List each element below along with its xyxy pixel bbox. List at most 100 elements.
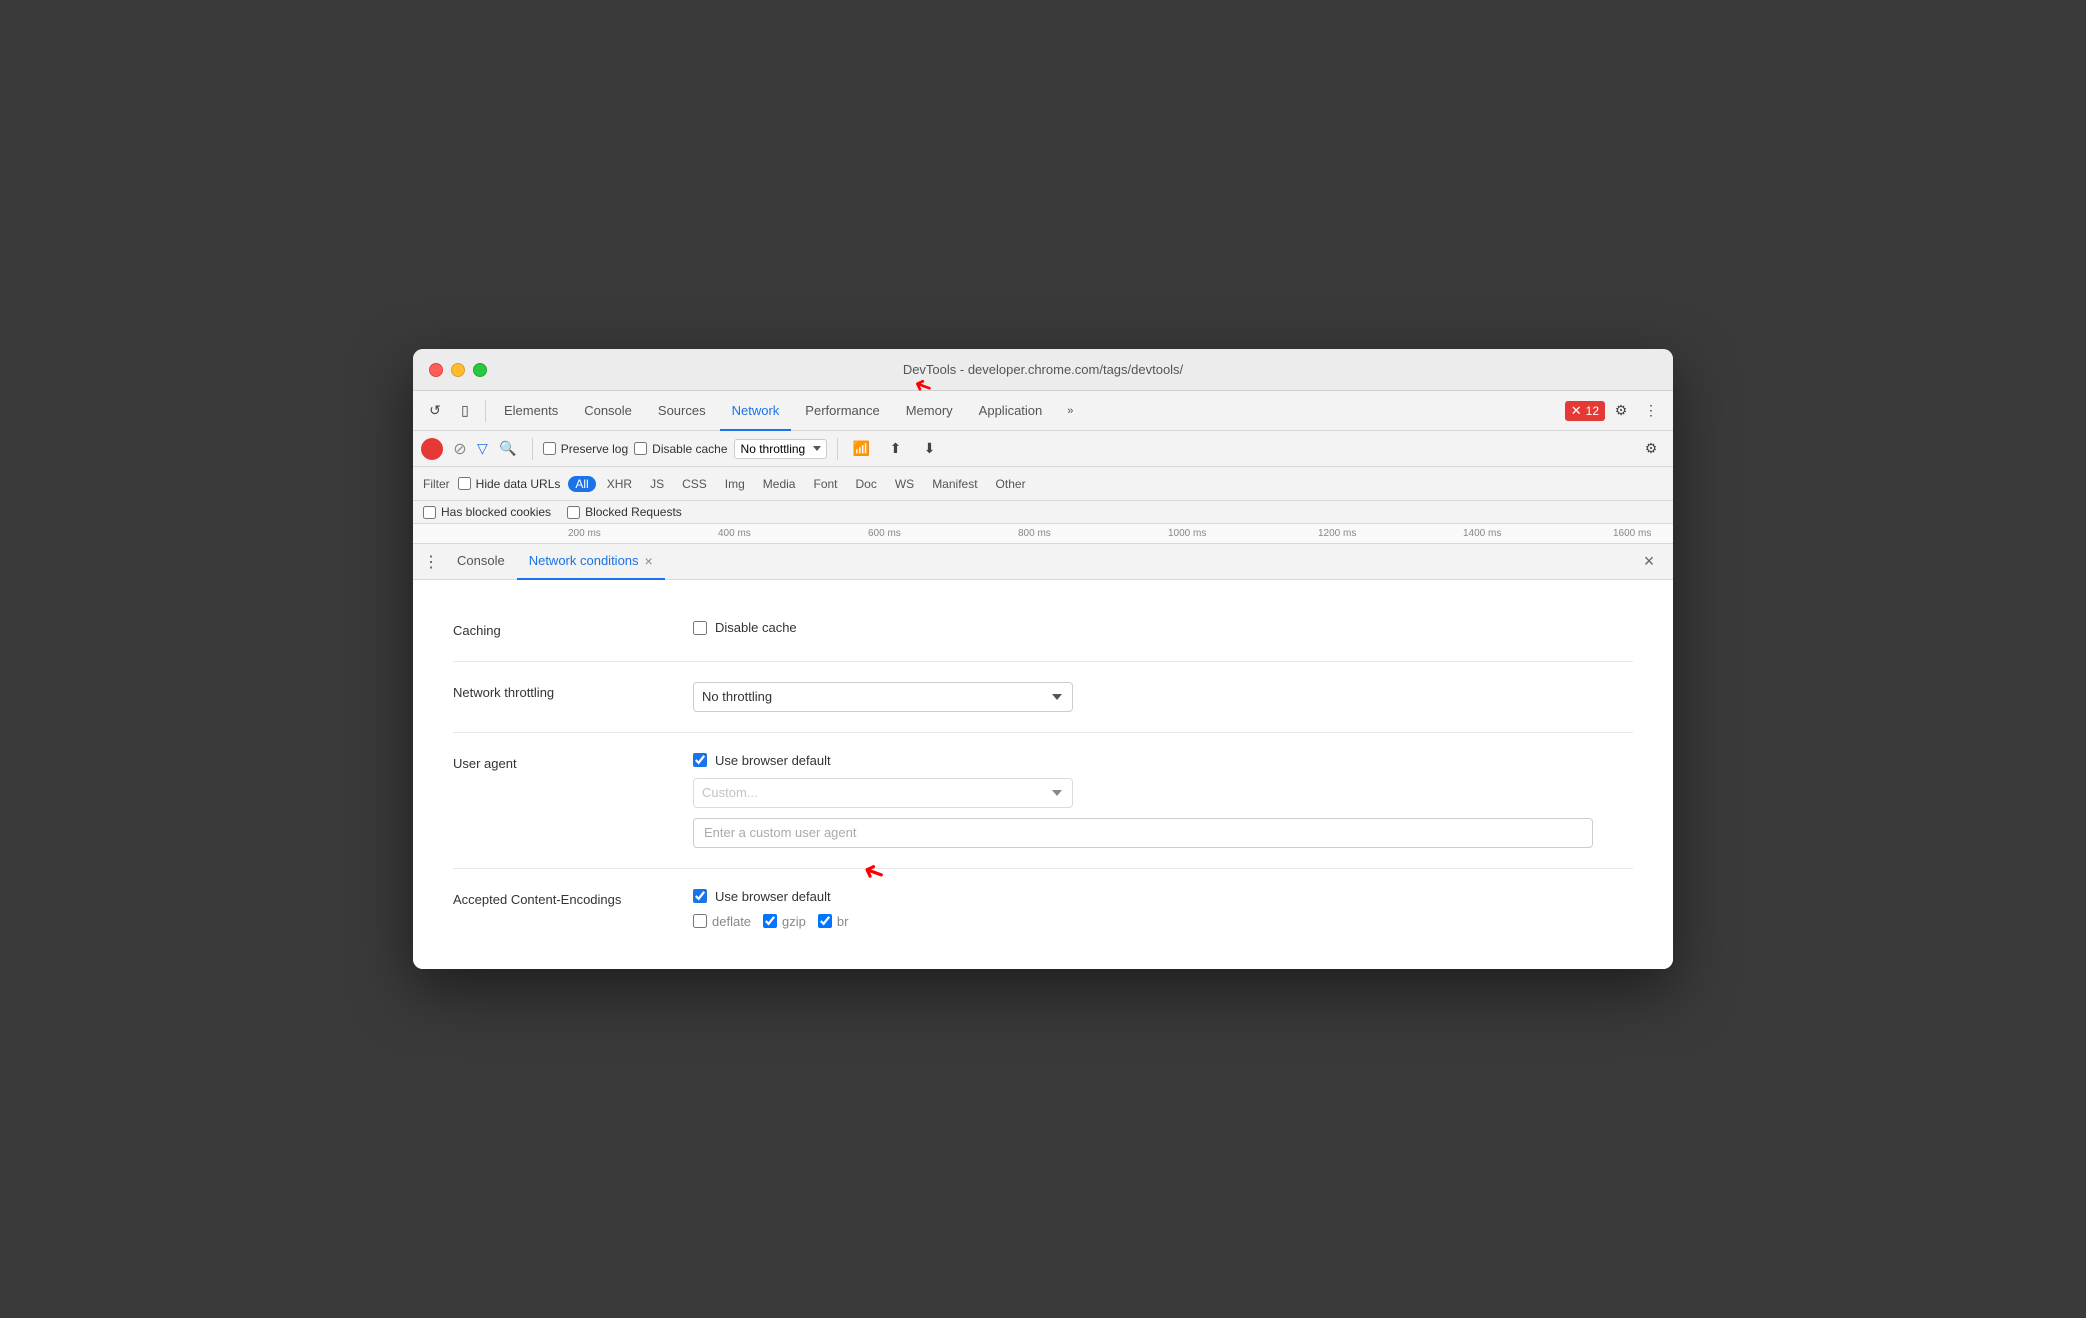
disable-cache-nc-checkbox[interactable] [693, 621, 707, 635]
filter-chip-js[interactable]: JS [643, 476, 671, 492]
custom-ua-input[interactable] [693, 818, 1593, 848]
more-actions-button[interactable]: ⋮ [1637, 397, 1665, 425]
tab-network[interactable]: Network [720, 391, 792, 431]
tab-memory[interactable]: Memory ➜ [894, 391, 965, 431]
block-requests-button[interactable]: ⊘ [449, 438, 471, 460]
import-har-button[interactable]: ⬆ [882, 435, 910, 463]
more-tabs-button[interactable]: » [1056, 397, 1084, 425]
deflate-checkbox[interactable] [693, 914, 707, 928]
upload-icon: ⬆ [890, 440, 902, 457]
filter-chip-other[interactable]: Other [989, 476, 1033, 492]
tab-close-button[interactable]: × [645, 553, 653, 569]
use-browser-default-enc-checkbox[interactable] [693, 889, 707, 903]
error-icon: ✕ [1571, 403, 1582, 419]
close-button[interactable] [429, 363, 443, 377]
encodings-section: Accepted Content-Encodings Use browser d… [453, 869, 1633, 949]
has-blocked-cookies-label[interactable]: Has blocked cookies [423, 505, 551, 519]
timeline-ruler: 200 ms 400 ms 600 ms 800 ms 1000 ms 1200… [413, 524, 1673, 544]
filter-icon[interactable]: ▽ [477, 440, 488, 457]
minimize-button[interactable] [451, 363, 465, 377]
tick-800ms: 800 ms [1018, 528, 1051, 539]
window-controls [429, 363, 487, 377]
br-item: br [818, 914, 849, 929]
filter-chip-xhr[interactable]: XHR [600, 476, 639, 492]
caching-label: Caching [453, 620, 653, 640]
encodings-controls: Use browser default ➜ deflate gzip [693, 889, 1633, 929]
use-browser-default-enc-row[interactable]: Use browser default ➜ [693, 889, 1633, 904]
filter-chip-font[interactable]: Font [806, 476, 844, 492]
main-toolbar: ↺ ▯ Elements Console Sources Network Per… [413, 391, 1673, 431]
user-agent-controls: Use browser default Custom... [693, 753, 1633, 848]
filter-chip-img[interactable]: Img [718, 476, 752, 492]
throttling-controls: No throttling Fast 3G Slow 3G Offline Ad… [693, 682, 1633, 712]
error-badge[interactable]: ✕ 12 [1565, 401, 1605, 421]
tick-1600ms: 1600 ms [1613, 528, 1651, 539]
throttling-select[interactable]: No throttling Fast 3G Slow 3G Offline [734, 439, 827, 459]
tick-200ms: 200 ms [568, 528, 601, 539]
blocked-requests-label[interactable]: Blocked Requests [567, 505, 682, 519]
blocked-row: Has blocked cookies Blocked Requests [413, 501, 1673, 524]
tab-performance[interactable]: Performance [793, 391, 891, 431]
filter-chip-ws[interactable]: WS [888, 476, 921, 492]
inspector-icon[interactable]: ↺ [421, 397, 449, 425]
has-blocked-cookies-checkbox[interactable] [423, 506, 436, 519]
use-browser-default-row[interactable]: Use browser default [693, 753, 1633, 768]
more-vert-icon: ⋮ [1644, 402, 1658, 419]
tick-1000ms: 1000 ms [1168, 528, 1206, 539]
disable-cache-row[interactable]: Disable cache [693, 620, 1633, 635]
search-icon: 🔍 [499, 440, 516, 457]
wifi-conditions-button[interactable]: 📶 [848, 435, 876, 463]
settings-button[interactable]: ⚙ [1607, 397, 1635, 425]
tick-400ms: 400 ms [718, 528, 751, 539]
separator [485, 400, 486, 422]
bottom-tabs-bar: ⋮ Console Network conditions × × [413, 544, 1673, 580]
filter-chip-manifest[interactable]: Manifest [925, 476, 984, 492]
tab-console-bottom[interactable]: Console [445, 544, 517, 580]
bottom-tab-more-button[interactable]: ⋮ [417, 548, 445, 576]
user-agent-section: User agent Use browser default Custom... [453, 733, 1633, 869]
disable-cache-checkbox[interactable] [634, 442, 647, 455]
export-har-button[interactable]: ⬇ [916, 435, 944, 463]
custom-ua-select[interactable]: Custom... [693, 778, 1073, 808]
gzip-checkbox[interactable] [763, 914, 777, 928]
tab-sources[interactable]: Sources [646, 391, 718, 431]
gzip-item: gzip [763, 914, 806, 929]
network-conditions-content: Caching Disable cache Network throttling… [413, 580, 1673, 968]
use-browser-default-checkbox[interactable] [693, 753, 707, 767]
preserve-log-label[interactable]: Preserve log [543, 442, 628, 456]
filter-label: Filter [423, 477, 450, 491]
block-icon: ⊘ [453, 439, 466, 459]
window-title: DevTools - developer.chrome.com/tags/dev… [903, 362, 1183, 377]
search-button[interactable]: 🔍 [494, 435, 522, 463]
tab-elements[interactable]: Elements [492, 391, 570, 431]
error-count: 12 [1586, 404, 1599, 418]
preserve-log-checkbox[interactable] [543, 442, 556, 455]
device-icon[interactable]: ▯ [451, 397, 479, 425]
filter-chips: All XHR JS CSS Img Media Font Doc WS Man… [568, 476, 1032, 492]
tab-application[interactable]: Application [967, 391, 1055, 431]
sep3 [837, 438, 838, 460]
hide-data-urls-label[interactable]: Hide data URLs [458, 477, 561, 491]
deflate-item: deflate [693, 914, 751, 929]
record-button[interactable] [421, 438, 443, 460]
throttling-nc-select[interactable]: No throttling Fast 3G Slow 3G Offline Ad… [693, 682, 1073, 712]
user-agent-label: User agent [453, 753, 653, 773]
throttling-section: Network throttling No throttling Fast 3G… [453, 662, 1633, 733]
filter-chip-all[interactable]: All [568, 476, 595, 492]
tab-console[interactable]: Console [572, 391, 644, 431]
settings-icon: ⚙ [1645, 440, 1658, 457]
maximize-button[interactable] [473, 363, 487, 377]
close-panel-button[interactable]: × [1637, 550, 1661, 574]
filter-chip-media[interactable]: Media [756, 476, 803, 492]
blocked-requests-checkbox[interactable] [567, 506, 580, 519]
filter-chip-css[interactable]: CSS [675, 476, 714, 492]
filter-chip-doc[interactable]: Doc [849, 476, 884, 492]
hide-data-urls-checkbox[interactable] [458, 477, 471, 490]
network-settings-button[interactable]: ⚙ [1637, 435, 1665, 463]
br-checkbox[interactable] [818, 914, 832, 928]
tab-network-conditions[interactable]: Network conditions × [517, 544, 665, 580]
encodings-label: Accepted Content-Encodings [453, 889, 653, 909]
disable-cache-label[interactable]: Disable cache [634, 442, 727, 456]
bottom-panel: ⋮ Console Network conditions × × Caching [413, 544, 1673, 968]
gear-icon: ⚙ [1615, 402, 1628, 419]
